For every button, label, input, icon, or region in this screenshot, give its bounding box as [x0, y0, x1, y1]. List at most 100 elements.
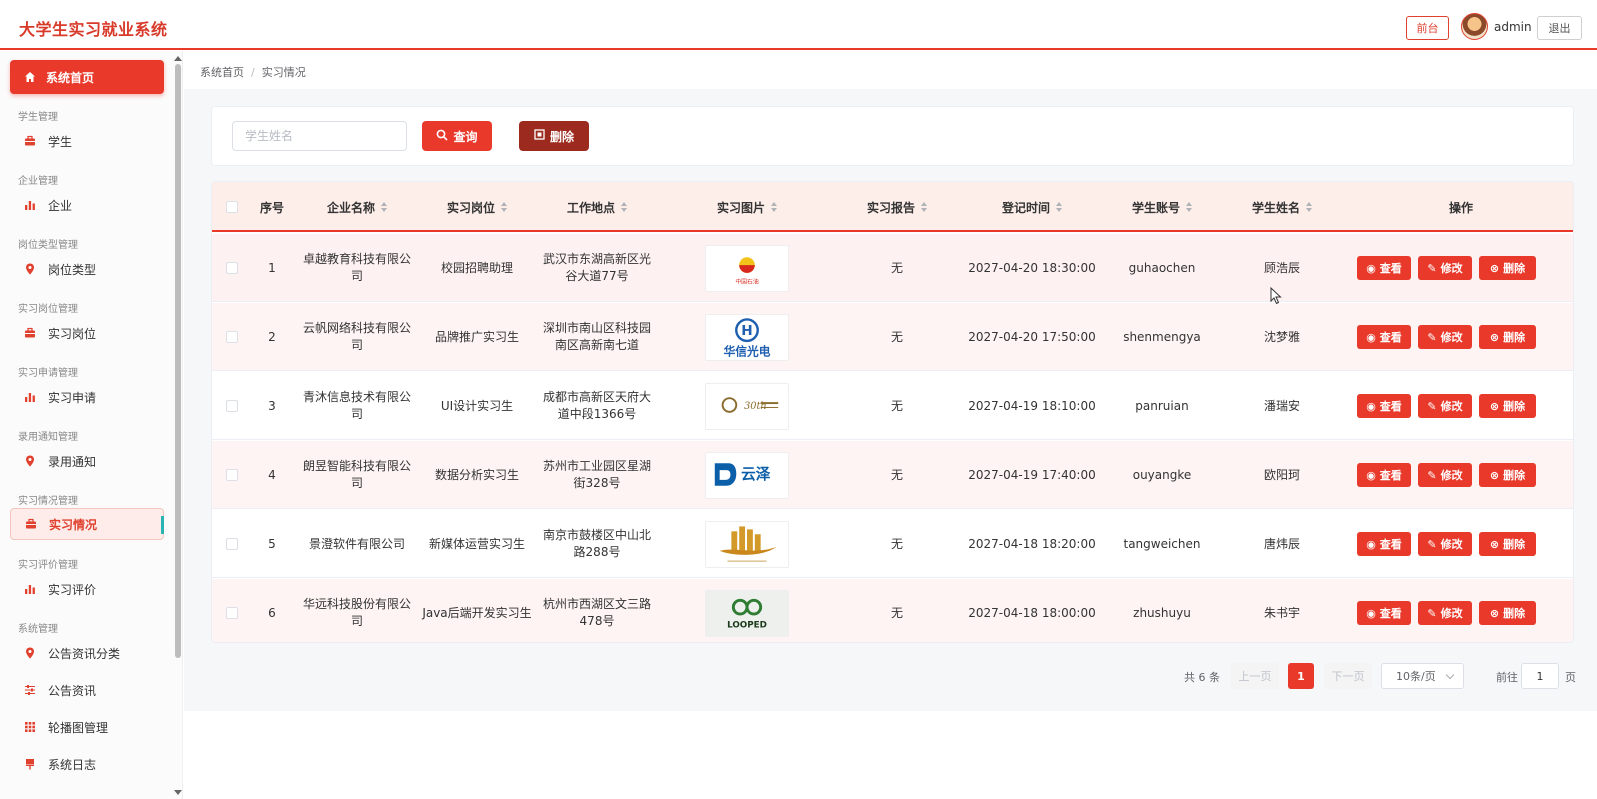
delete-button[interactable]: ⊗ 删除: [1479, 463, 1536, 487]
sidebar-item-evaluation[interactable]: 实习评价: [10, 573, 164, 605]
column-header-report[interactable]: 实习报告: [837, 182, 957, 232]
briefcase-icon: [26, 518, 36, 529]
avatar[interactable]: [1461, 13, 1488, 40]
sidebar-item-news[interactable]: 公告资讯: [10, 674, 164, 706]
sidebar-item-offer[interactable]: 录用通知: [10, 445, 164, 477]
sort-icon[interactable]: [381, 202, 387, 212]
student-name-search-input[interactable]: [232, 121, 407, 151]
edit-button[interactable]: ✎ 修改: [1418, 601, 1472, 625]
column-header-position[interactable]: 实习岗位: [417, 182, 537, 232]
column-header-image[interactable]: 实习图片: [657, 182, 837, 232]
cell-account: shenmengya: [1123, 329, 1201, 344]
view-button[interactable]: ◉ 查看: [1357, 394, 1411, 418]
edit-button[interactable]: ✎ 修改: [1418, 532, 1472, 556]
delete-icon: ⊗: [1489, 261, 1500, 275]
column-header-company[interactable]: 企业名称: [297, 182, 417, 232]
company-logo-image[interactable]: 云泽: [705, 451, 789, 499]
cell-location: 南京市鼓楼区中山北路288号: [542, 528, 651, 559]
row-checkbox[interactable]: [217, 234, 247, 302]
sort-icon[interactable]: [1056, 202, 1062, 212]
edit-button[interactable]: ✎ 修改: [1418, 394, 1472, 418]
view-button[interactable]: ◉ 查看: [1357, 325, 1411, 349]
sidebar-item-label: 公告资讯: [48, 683, 97, 698]
delete-button[interactable]: ⊗ 删除: [1479, 532, 1536, 556]
edit-icon: ✎: [1427, 330, 1437, 344]
column-header-account[interactable]: 学生账号: [1107, 182, 1217, 232]
row-checkbox[interactable]: [217, 303, 247, 371]
page-size-select[interactable]: 10条/页: [1381, 663, 1464, 689]
cell-image: 云泽: [657, 441, 837, 509]
view-button[interactable]: ◉ 查看: [1357, 463, 1411, 487]
cell-position: Java后端开发实习生: [422, 605, 532, 620]
company-logo-image[interactable]: LOOPED: [705, 589, 789, 637]
sidebar-item-company[interactable]: 企业: [10, 189, 164, 221]
view-button[interactable]: ◉ 查看: [1357, 532, 1411, 556]
cell-name: 朱书宇: [1263, 605, 1300, 620]
company-logo-image[interactable]: 30th: [705, 382, 789, 430]
company-logo-image[interactable]: [705, 520, 789, 568]
table-row: 5 景澄软件有限公司 新媒体运营实习生 南京市鼓楼区中山北路288号 无 202…: [212, 510, 1573, 578]
group-title-application: 实习申请管理: [18, 368, 78, 379]
edit-button[interactable]: ✎ 修改: [1418, 325, 1472, 349]
row-checkbox[interactable]: [217, 510, 247, 578]
sidebar-item-carousel[interactable]: 轮播图管理: [10, 711, 164, 743]
column-header-name[interactable]: 学生姓名: [1217, 182, 1347, 232]
page-number-button[interactable]: 1: [1288, 663, 1314, 689]
row-checkbox[interactable]: [217, 441, 247, 509]
delete-button[interactable]: ⊗ 删除: [1479, 256, 1536, 280]
delete-button[interactable]: ⊗ 删除: [1479, 601, 1536, 625]
sidebar-item-system-log[interactable]: 系统日志: [10, 748, 164, 780]
table-row: 4 朗昱智能科技有限公司 数据分析实习生 苏州市工业园区星湖街328号 云泽 无…: [212, 441, 1573, 509]
sort-icon[interactable]: [921, 202, 927, 212]
bulk-delete-button[interactable]: 删除: [519, 121, 589, 151]
logo-text: LOOPED: [727, 620, 767, 630]
sort-icon[interactable]: [501, 202, 507, 212]
company-logo-image[interactable]: H 华信光电: [705, 313, 789, 361]
scroll-down-arrow[interactable]: [174, 790, 182, 795]
sidebar-item-internship-position[interactable]: 实习岗位: [10, 317, 164, 349]
sort-icon[interactable]: [1306, 202, 1312, 212]
row-checkbox[interactable]: [217, 372, 247, 440]
edit-button[interactable]: ✎ 修改: [1418, 463, 1472, 487]
select-all-checkbox[interactable]: [217, 182, 247, 232]
sidebar-item-home[interactable]: 系统首页: [10, 60, 164, 94]
sidebar-item-news-category[interactable]: 公告资讯分类: [10, 637, 164, 669]
query-button[interactable]: 查询: [422, 121, 492, 151]
breadcrumb-home[interactable]: 系统首页: [200, 66, 244, 79]
checkbox-box: [226, 538, 238, 550]
prev-page-button[interactable]: 上一页: [1231, 663, 1279, 689]
goto-page-input[interactable]: [1521, 663, 1559, 689]
delete-icon: ⊗: [1489, 399, 1500, 413]
checkbox-box: [226, 262, 238, 274]
delete-button[interactable]: ⊗ 删除: [1479, 325, 1536, 349]
column-header-location[interactable]: 工作地点: [537, 182, 657, 232]
scroll-up-arrow[interactable]: [174, 56, 182, 61]
sidebar-item-student[interactable]: 学生: [10, 125, 164, 157]
column-header-time[interactable]: 登记时间: [957, 182, 1107, 232]
delete-button[interactable]: ⊗ 删除: [1479, 394, 1536, 418]
edit-button[interactable]: ✎ 修改: [1418, 256, 1472, 280]
sort-icon[interactable]: [1186, 202, 1192, 212]
logout-button[interactable]: 退出: [1537, 16, 1582, 40]
company-logo-image[interactable]: 中国石油: [705, 244, 789, 292]
view-button[interactable]: ◉ 查看: [1357, 601, 1411, 625]
eye-icon: ◉: [1366, 606, 1376, 620]
row-checkbox[interactable]: [217, 579, 247, 642]
group-title-internship-status: 实习情况管理: [18, 496, 78, 507]
sort-icon[interactable]: [621, 202, 627, 212]
view-button[interactable]: ◉ 查看: [1357, 256, 1411, 280]
flag-icon: [26, 759, 34, 770]
sidebar-item-job-type[interactable]: 岗位类型: [10, 253, 164, 285]
page-unit-label: 页: [1565, 671, 1576, 684]
edit-button-label: 修改: [1440, 469, 1463, 482]
front-site-button[interactable]: 前台: [1406, 16, 1449, 40]
cell-account: guhaochen: [1128, 260, 1196, 275]
sidebar-scrollbar[interactable]: [175, 64, 181, 658]
sidebar-item-internship-status[interactable]: 实习情况: [10, 508, 164, 540]
next-page-button[interactable]: 下一页: [1324, 663, 1372, 689]
sort-icon[interactable]: [771, 202, 777, 212]
location-pin-icon: [26, 455, 34, 467]
delete-icon: ⊗: [1489, 468, 1500, 482]
cell-name: 欧阳珂: [1263, 467, 1300, 482]
sidebar-item-application[interactable]: 实习申请: [10, 381, 164, 413]
